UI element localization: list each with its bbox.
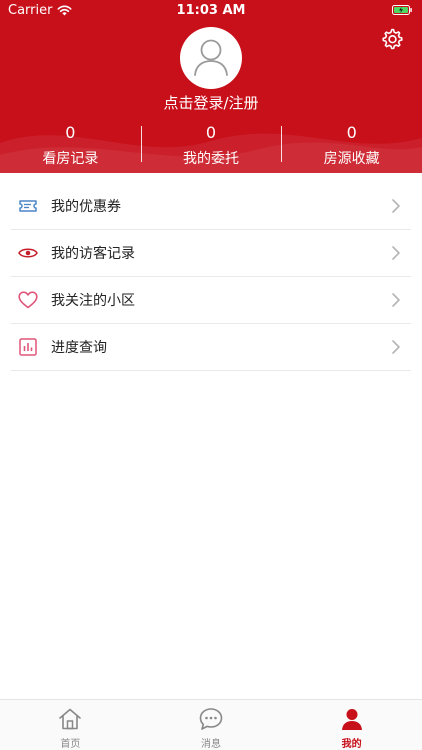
- profile-screen: Carrier 11:03 AM 点击登录/注册 0 看房记录 0 我的委托 0…: [0, 0, 422, 750]
- stat-viewing-records[interactable]: 0 看房记录: [0, 122, 141, 170]
- profile-header: Carrier 11:03 AM 点击登录/注册 0 看房记录 0 我的委托 0…: [0, 0, 422, 173]
- tab-label: 我的: [341, 739, 362, 750]
- stats-row: 0 看房记录 0 我的委托 0 房源收藏: [0, 122, 422, 170]
- stat-label: 我的委托: [183, 151, 239, 167]
- user-silhouette-icon: [194, 39, 228, 76]
- bar-chart-icon: [19, 338, 37, 356]
- chevron-right-icon: [392, 293, 400, 307]
- chevron-right-icon: [392, 199, 400, 213]
- home-icon: [59, 708, 82, 730]
- stat-label: 看房记录: [42, 151, 99, 167]
- menu-item-coupons[interactable]: 我的优惠券: [11, 183, 411, 230]
- ticket-icon: [19, 200, 37, 212]
- stat-divider: [140, 126, 142, 162]
- tab-mine[interactable]: 我的: [281, 700, 422, 750]
- menu-item-label: 我关注的小区: [51, 293, 135, 309]
- chat-bubble-icon: [199, 708, 223, 730]
- stat-divider: [281, 126, 283, 162]
- tab-label: 消息: [201, 739, 221, 750]
- settings-button[interactable]: [378, 25, 406, 53]
- stat-value: 0: [65, 123, 76, 142]
- stat-my-entrustments[interactable]: 0 我的委托: [140, 122, 282, 170]
- menu-item-visitor-records[interactable]: 我的访客记录: [11, 230, 411, 277]
- chevron-right-icon: [392, 340, 400, 354]
- stat-value: 0: [205, 123, 217, 142]
- status-bar: Carrier 11:03 AM: [0, 0, 422, 22]
- menu-item-label: 进度查询: [51, 340, 107, 356]
- menu-item-progress-query[interactable]: 进度查询: [11, 324, 411, 371]
- status-time: 11:03 AM: [176, 3, 246, 18]
- bottom-tab-bar: 首页 消息 我的: [0, 699, 422, 750]
- menu-item-label: 我的访客记录: [51, 246, 135, 262]
- chevron-right-icon: [392, 246, 400, 260]
- tab-messages[interactable]: 消息: [141, 700, 282, 750]
- gear-icon: [382, 28, 403, 50]
- menu-item-label: 我的优惠券: [51, 199, 121, 215]
- menu-item-followed-communities[interactable]: 我关注的小区: [11, 277, 411, 324]
- avatar[interactable]: [180, 27, 242, 89]
- stat-value: 0: [346, 123, 357, 142]
- battery-charging-icon: [392, 5, 412, 15]
- stat-label: 房源收藏: [323, 151, 380, 167]
- heart-icon: [18, 291, 38, 309]
- login-register-link[interactable]: 点击登录/注册: [0, 92, 422, 113]
- eye-icon: [18, 248, 38, 258]
- stat-listing-favorites[interactable]: 0 房源收藏: [281, 122, 422, 170]
- tab-home[interactable]: 首页: [0, 700, 141, 750]
- user-icon: [341, 709, 362, 730]
- tab-label: 首页: [60, 739, 81, 750]
- profile-menu: 我的优惠券 我的访客记录 我关注的小区 进度查询: [0, 183, 422, 371]
